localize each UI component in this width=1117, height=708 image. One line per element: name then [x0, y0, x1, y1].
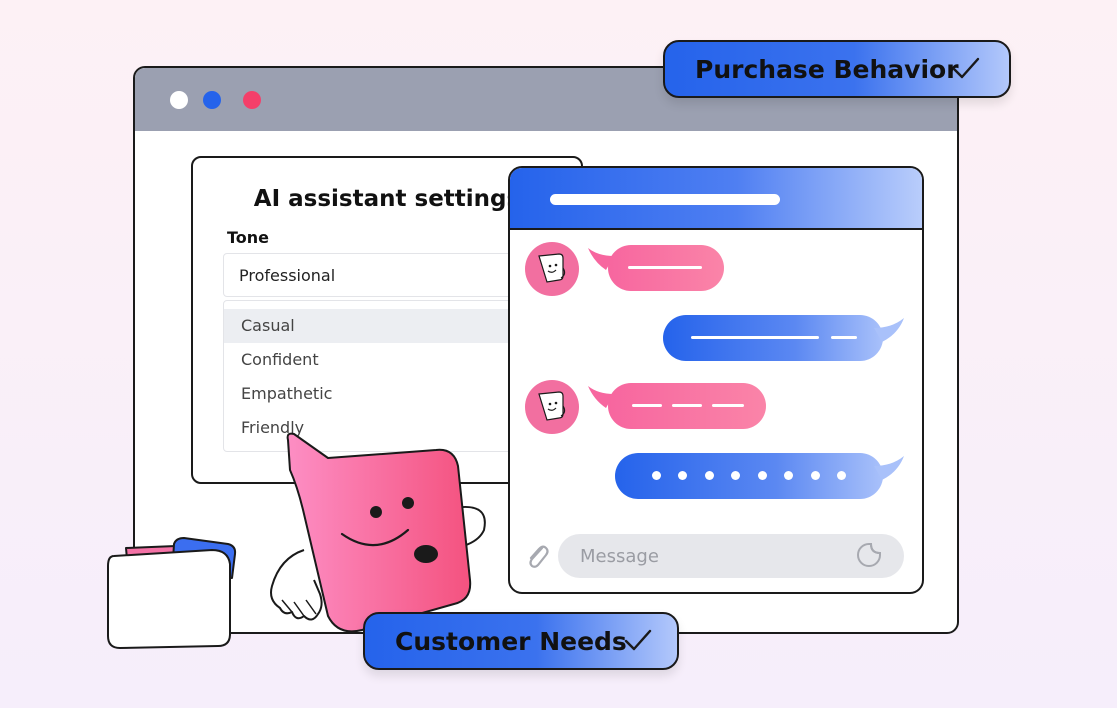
- bot-mascot-icon: [538, 391, 566, 421]
- incoming-message-bubble: [608, 383, 766, 429]
- typing-indicator-bubble: [615, 453, 883, 499]
- message-placeholder: Message: [580, 546, 659, 567]
- tone-label: Tone: [227, 228, 270, 247]
- check-icon: [624, 629, 652, 651]
- tone-option-empathetic[interactable]: Empathetic: [224, 377, 524, 411]
- check-icon: [952, 57, 980, 79]
- folder-icon: [107, 537, 237, 649]
- outgoing-message-bubble: [663, 315, 883, 361]
- tone-select[interactable]: Professional: [223, 253, 525, 297]
- tone-select-value: Professional: [239, 266, 336, 285]
- tone-option-confident[interactable]: Confident: [224, 343, 524, 377]
- bot-mascot-icon: [538, 253, 566, 283]
- tone-option-casual[interactable]: Casual: [224, 309, 524, 343]
- bubble-tail: [874, 456, 904, 480]
- message-input[interactable]: Message: [558, 534, 904, 578]
- bot-avatar: [525, 242, 579, 296]
- window-dot-blue[interactable]: [203, 91, 221, 109]
- customer-needs-badge: Customer Needs: [363, 612, 679, 670]
- window-dot-red[interactable]: [243, 91, 261, 109]
- paperclip-icon[interactable]: [524, 540, 550, 570]
- purchase-behavior-label: Purchase Behavior: [695, 55, 959, 84]
- sticker-icon[interactable]: [856, 542, 882, 568]
- chat-window: Message: [508, 166, 924, 594]
- bubble-tail: [874, 318, 904, 342]
- window-dot-white[interactable]: [170, 91, 188, 109]
- customer-needs-label: Customer Needs: [395, 627, 627, 656]
- bot-avatar: [525, 380, 579, 434]
- chat-header-title-placeholder: [550, 194, 780, 205]
- purchase-behavior-badge: Purchase Behavior: [663, 40, 1011, 98]
- chat-header: [510, 168, 922, 230]
- incoming-message-bubble: [608, 245, 724, 291]
